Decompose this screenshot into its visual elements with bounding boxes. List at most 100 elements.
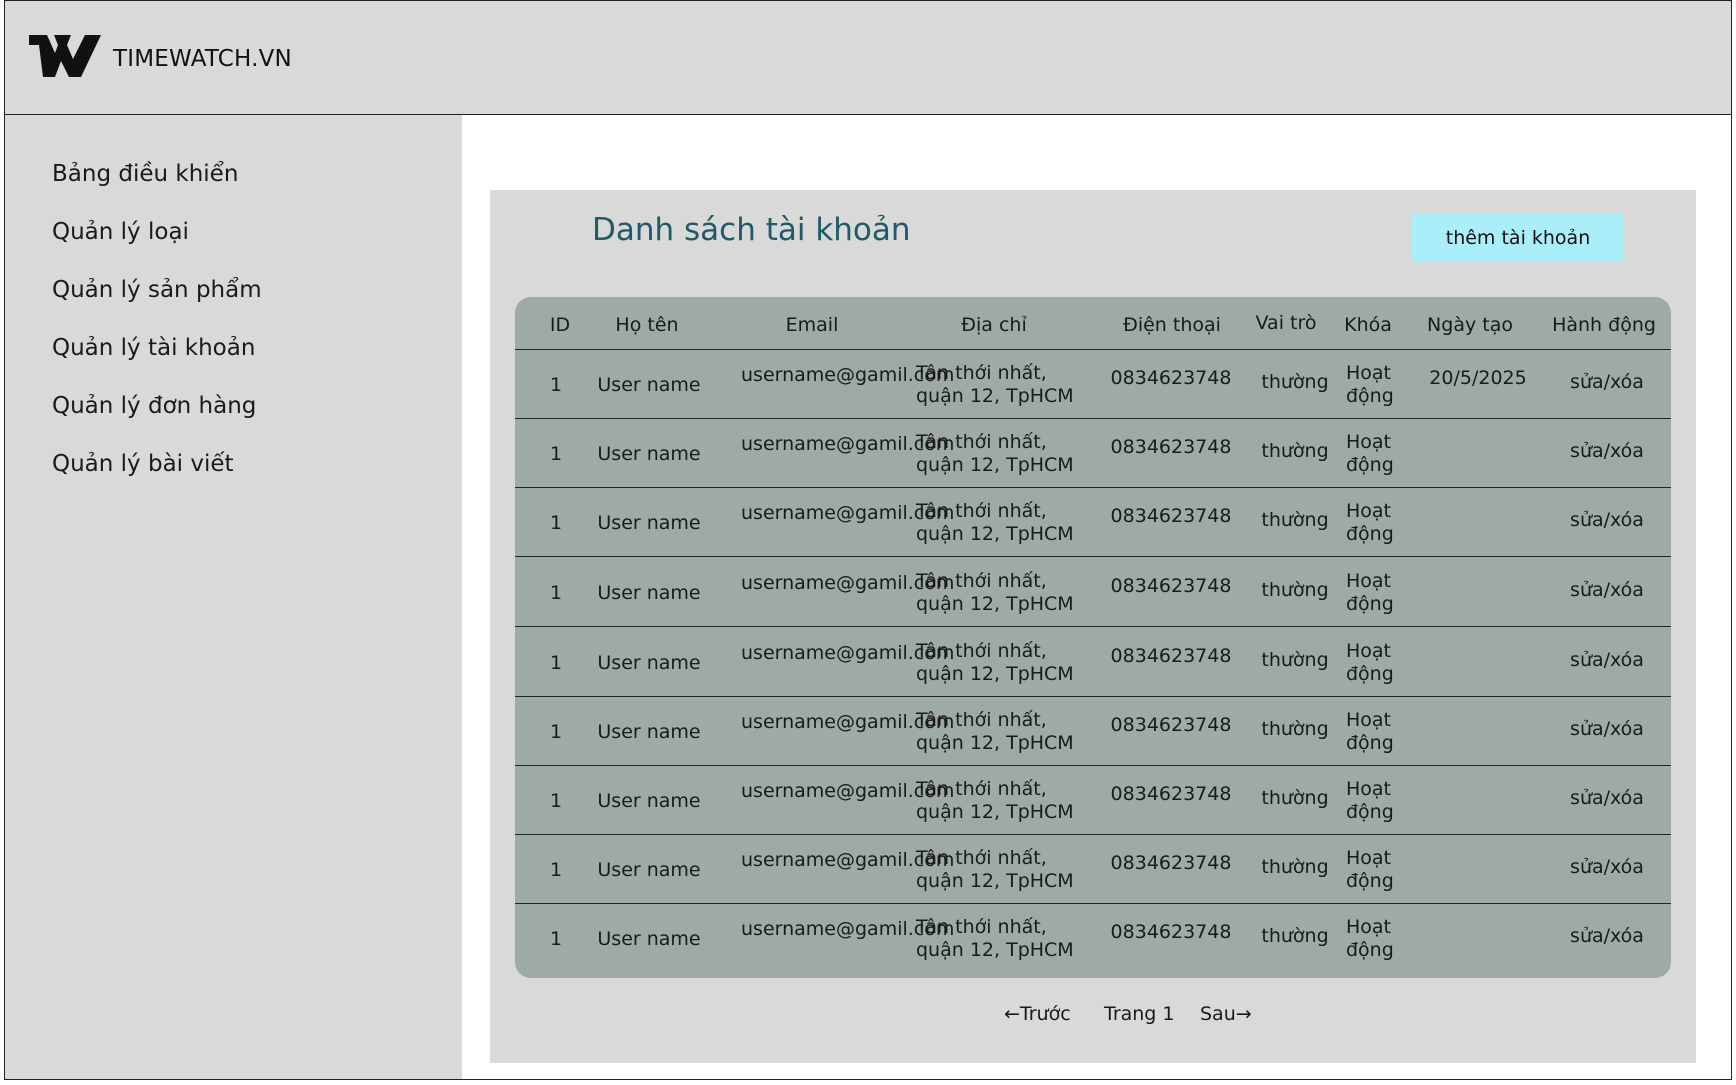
cell-address: Tân thới nhất, quận 12, TpHCM bbox=[916, 362, 1074, 407]
cell-address: Tân thới nhất, quận 12, TpHCM bbox=[916, 431, 1074, 476]
cell-id: 1 bbox=[549, 443, 563, 465]
account-list-panel: Danh sách tài khoản thêm tài khoản ID Họ… bbox=[490, 190, 1696, 1063]
cell-role: thường bbox=[1261, 856, 1329, 878]
page-title: Danh sách tài khoản bbox=[592, 212, 911, 248]
cell-name: User name bbox=[597, 928, 701, 950]
column-header-phone: Điện thoại bbox=[1123, 314, 1221, 336]
cell-phone: 0834623748 bbox=[1110, 645, 1232, 667]
edit-delete-link[interactable]: sửa/xóa bbox=[1570, 509, 1644, 532]
table-row: 1 User name username@gamil.com Tân thới nhấ… bbox=[515, 350, 1671, 419]
sidebar-item-products[interactable]: Quản lý sản phẩm bbox=[52, 277, 262, 303]
cell-email: username@gamil.com bbox=[741, 364, 955, 386]
brand-name: TIMEWATCH.VN bbox=[113, 46, 292, 72]
sidebar-item-accounts[interactable]: Quản lý tài khoản bbox=[52, 335, 255, 361]
cell-id: 1 bbox=[549, 512, 563, 534]
edit-delete-link[interactable]: sửa/xóa bbox=[1570, 649, 1644, 672]
cell-role: thường bbox=[1261, 925, 1329, 947]
cell-address: Tân thới nhất, quận 12, TpHCM bbox=[916, 847, 1074, 892]
accounts-table: ID Họ tên Email Địa chỉ Điện thoại Vai t… bbox=[515, 297, 1671, 978]
column-header-action: Hành động bbox=[1552, 314, 1656, 336]
cell-email: username@gamil.com bbox=[741, 780, 955, 802]
sidebar: Bảng điều khiển Quản lý loại Quản lý sản… bbox=[5, 115, 462, 1079]
sidebar-item-categories[interactable]: Quản lý loại bbox=[52, 219, 189, 245]
edit-delete-link[interactable]: sửa/xóa bbox=[1570, 787, 1644, 810]
cell-lock: Hoạt động bbox=[1346, 640, 1394, 685]
cell-email: username@gamil.com bbox=[741, 433, 955, 455]
table-row: 1 User name username@gamil.com Tân thới nhấ… bbox=[515, 766, 1671, 835]
pagination-prev[interactable]: ←Trước bbox=[1004, 1003, 1071, 1025]
cell-email: username@gamil.com bbox=[741, 918, 955, 940]
cell-id: 1 bbox=[549, 374, 563, 396]
cell-role: thường bbox=[1261, 579, 1329, 601]
edit-delete-link[interactable]: sửa/xóa bbox=[1570, 856, 1644, 879]
cell-phone: 0834623748 bbox=[1110, 367, 1232, 389]
cell-address: Tân thới nhất, quận 12, TpHCM bbox=[916, 778, 1074, 823]
app-window: TIMEWATCH.VN Bảng điều khiển Quản lý loạ… bbox=[4, 0, 1732, 1080]
cell-name: User name bbox=[597, 374, 701, 396]
cell-phone: 0834623748 bbox=[1110, 575, 1232, 597]
cell-id: 1 bbox=[549, 652, 563, 674]
cell-role: thường bbox=[1261, 718, 1329, 740]
cell-email: username@gamil.com bbox=[741, 642, 955, 664]
column-header-id: ID bbox=[549, 314, 571, 336]
table-row: 1 User name username@gamil.com Tân thới nhấ… bbox=[515, 488, 1671, 557]
cell-role: thường bbox=[1261, 649, 1329, 671]
cell-id: 1 bbox=[549, 790, 563, 812]
cell-address: Tân thới nhất, quận 12, TpHCM bbox=[916, 500, 1074, 545]
cell-lock: Hoạt động bbox=[1346, 362, 1394, 407]
cell-id: 1 bbox=[549, 859, 563, 881]
pagination-current: Trang 1 bbox=[1104, 1003, 1175, 1025]
cell-name: User name bbox=[597, 859, 701, 881]
cell-phone: 0834623748 bbox=[1110, 505, 1232, 527]
cell-address: Tân thới nhất, quận 12, TpHCM bbox=[916, 916, 1074, 961]
cell-name: User name bbox=[597, 512, 701, 534]
edit-delete-link[interactable]: sửa/xóa bbox=[1570, 371, 1644, 394]
cell-lock: Hoạt động bbox=[1346, 847, 1394, 892]
cell-name: User name bbox=[597, 652, 701, 674]
edit-delete-link[interactable]: sửa/xóa bbox=[1570, 579, 1644, 602]
cell-id: 1 bbox=[549, 582, 563, 604]
table-header: ID Họ tên Email Địa chỉ Điện thoại Vai t… bbox=[515, 297, 1671, 350]
edit-delete-link[interactable]: sửa/xóa bbox=[1570, 925, 1644, 948]
cell-name: User name bbox=[597, 582, 701, 604]
pagination-next[interactable]: Sau→ bbox=[1200, 1003, 1252, 1025]
cell-lock: Hoạt động bbox=[1346, 916, 1394, 961]
cell-lock: Hoạt động bbox=[1346, 570, 1394, 615]
cell-email: username@gamil.com bbox=[741, 572, 955, 594]
cell-role: thường bbox=[1261, 440, 1329, 462]
column-header-name: Họ tên bbox=[615, 314, 679, 336]
cell-phone: 0834623748 bbox=[1110, 852, 1232, 874]
cell-lock: Hoạt động bbox=[1346, 500, 1394, 545]
table-row: 1 User name username@gamil.com Tân thới nhấ… bbox=[515, 558, 1671, 627]
table-row: 1 User name username@gamil.com Tân thới nhấ… bbox=[515, 628, 1671, 697]
cell-name: User name bbox=[597, 790, 701, 812]
cell-phone: 0834623748 bbox=[1110, 921, 1232, 943]
cell-address: Tân thới nhất, quận 12, TpHCM bbox=[916, 640, 1074, 685]
top-bar: TIMEWATCH.VN bbox=[5, 1, 1731, 115]
edit-delete-link[interactable]: sửa/xóa bbox=[1570, 718, 1644, 741]
table-row: 1 User name username@gamil.com Tân thới nhấ… bbox=[515, 419, 1671, 488]
cell-phone: 0834623748 bbox=[1110, 714, 1232, 736]
edit-delete-link[interactable]: sửa/xóa bbox=[1570, 440, 1644, 463]
column-header-created: Ngày tạo bbox=[1427, 314, 1513, 336]
timewatch-logo-icon bbox=[29, 35, 101, 77]
sidebar-item-orders[interactable]: Quản lý đơn hàng bbox=[52, 393, 256, 419]
cell-role: thường bbox=[1261, 509, 1329, 531]
cell-role: thường bbox=[1261, 371, 1329, 393]
cell-id: 1 bbox=[549, 721, 563, 743]
column-header-address: Địa chỉ bbox=[961, 314, 1027, 336]
cell-lock: Hoạt động bbox=[1346, 431, 1394, 476]
add-account-button[interactable]: thêm tài khoản bbox=[1412, 213, 1624, 262]
table-row: 1 User name username@gamil.com Tân thới nhấ… bbox=[515, 697, 1671, 766]
table-row: 1 User name username@gamil.com Tân thới nhấ… bbox=[515, 835, 1671, 904]
cell-lock: Hoạt động bbox=[1346, 709, 1394, 754]
sidebar-item-dashboard[interactable]: Bảng điều khiển bbox=[52, 161, 238, 187]
sidebar-item-posts[interactable]: Quản lý bài viết bbox=[52, 451, 234, 477]
cell-id: 1 bbox=[549, 928, 563, 950]
cell-role: thường bbox=[1261, 787, 1329, 809]
column-header-lock: Khóa bbox=[1344, 314, 1392, 336]
cell-address: Tân thới nhất, quận 12, TpHCM bbox=[916, 709, 1074, 754]
cell-created: 20/5/2025 bbox=[1429, 367, 1527, 389]
cell-name: User name bbox=[597, 443, 701, 465]
cell-phone: 0834623748 bbox=[1110, 783, 1232, 805]
